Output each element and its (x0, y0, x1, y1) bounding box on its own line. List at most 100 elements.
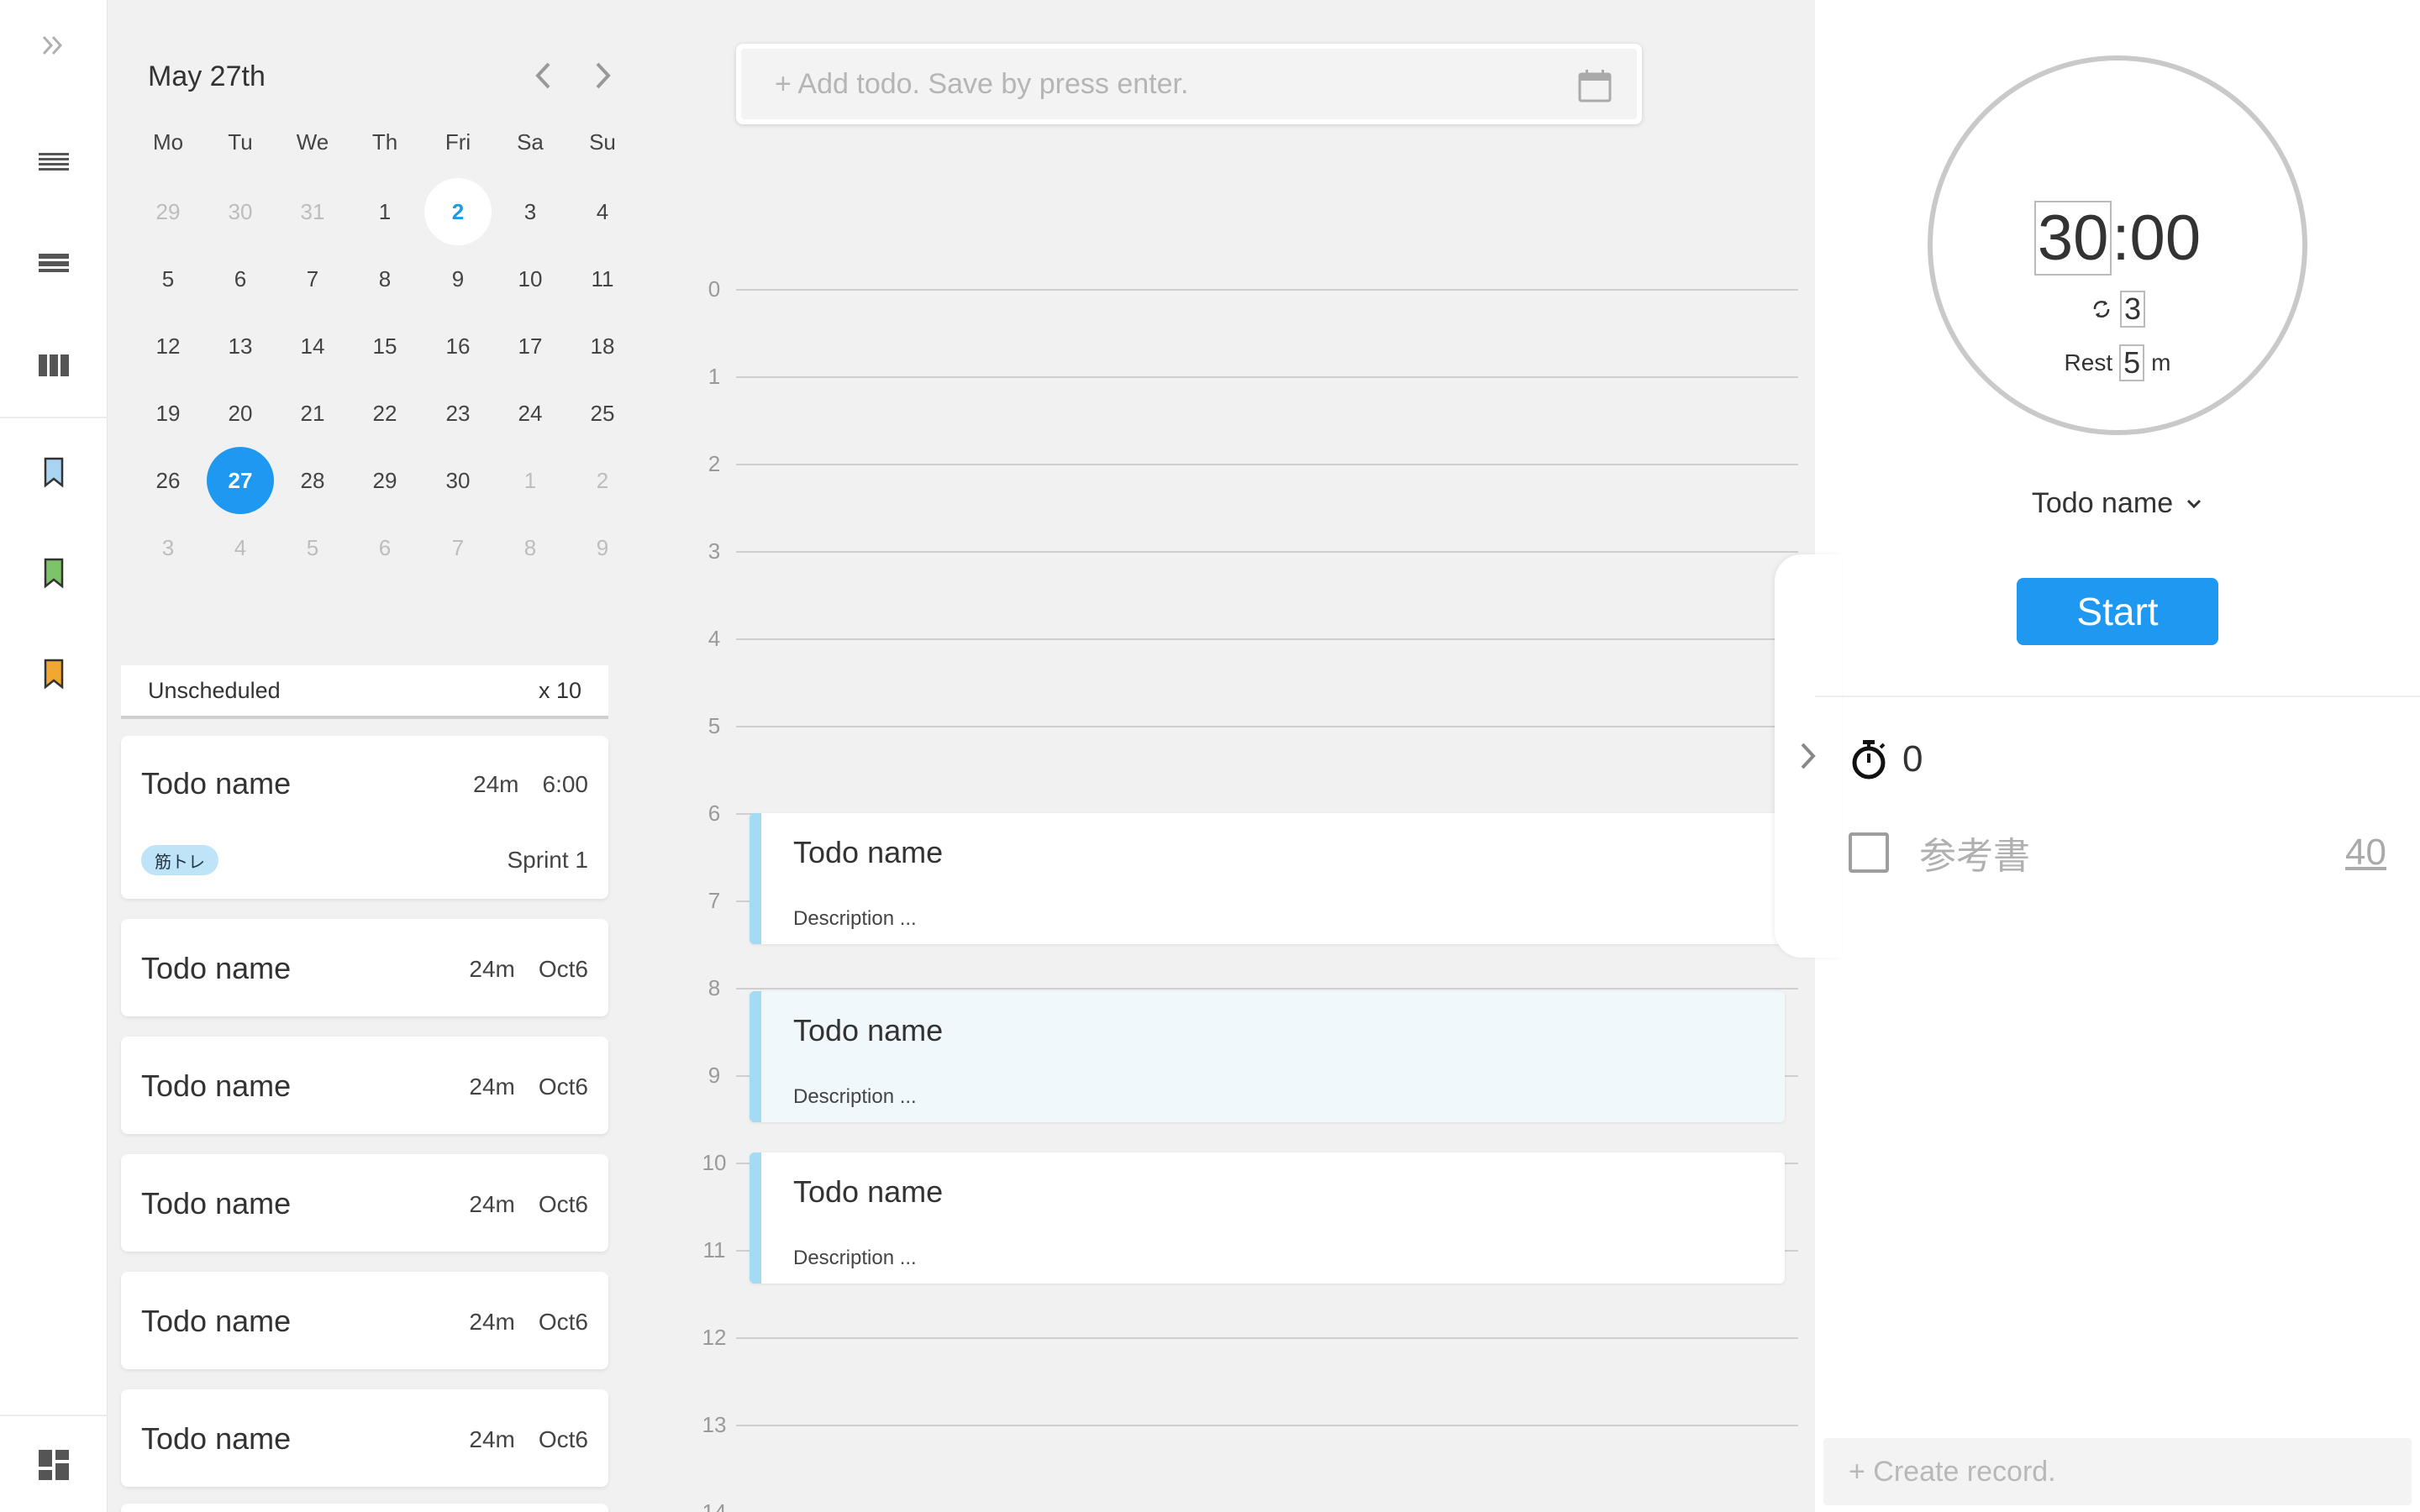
compact-view-button[interactable] (0, 230, 108, 297)
calendar-day[interactable]: 9 (424, 245, 492, 312)
todo-card[interactable]: Todo name 24m Oct6 (121, 919, 608, 1016)
calendar-icon[interactable] (1576, 67, 1613, 108)
timeline-event[interactable]: Todo name Description ... (750, 1152, 1785, 1284)
todo-card-meta: 24m Oct6 (469, 1191, 588, 1218)
repeat-count[interactable]: 3 (2119, 291, 2146, 328)
dashboard-button[interactable] (0, 1431, 108, 1499)
calendar-day[interactable]: 1 (497, 447, 564, 514)
record-value[interactable]: 40 (2345, 832, 2386, 874)
record-count-value: 0 (1902, 738, 1923, 780)
bookmark-orange-button[interactable] (0, 640, 108, 707)
calendar-day[interactable]: 26 (134, 447, 202, 514)
hour-label: 3 (708, 538, 721, 564)
rest-value[interactable]: 5 (2119, 344, 2145, 381)
calendar-day[interactable]: 9 (569, 514, 636, 581)
hour-label: 6 (708, 801, 721, 826)
calendar-day[interactable]: 10 (497, 245, 564, 312)
calendar-day[interactable]: 29 (351, 447, 418, 514)
calendar-weekday: Tu (228, 129, 253, 155)
record-count: 0 (1849, 738, 1923, 781)
todo-card[interactable]: Todo name 24m Oct6 (121, 1154, 608, 1252)
record-checkbox[interactable] (1849, 832, 1889, 873)
todo-card[interactable] (121, 1504, 608, 1512)
calendar-day[interactable]: 8 (497, 514, 564, 581)
add-todo-input[interactable] (775, 67, 1531, 101)
calendar-day[interactable]: 6 (351, 514, 418, 581)
todo-card-duration: 24m (469, 1426, 515, 1452)
calendar-day[interactable]: 2 (424, 178, 492, 245)
hour-gridline (736, 551, 1798, 553)
unscheduled-header[interactable]: Unscheduled x 10 (121, 665, 608, 719)
calendar-day[interactable]: 5 (279, 514, 346, 581)
calendar-day[interactable]: 30 (424, 447, 492, 514)
todo-card-name: Todo name (141, 766, 292, 801)
calendar-weekday: Fri (445, 129, 471, 155)
calendar-day[interactable]: 27 (207, 447, 274, 514)
calendar-day[interactable]: 4 (207, 514, 274, 581)
timeline-event[interactable]: Todo name Description ... (750, 813, 1785, 944)
hour-label: 14 (702, 1499, 727, 1512)
calendar-day[interactable]: 11 (569, 245, 636, 312)
expand-sidebar-button[interactable] (0, 12, 108, 79)
calendar-day[interactable]: 18 (569, 312, 636, 380)
calendar-day[interactable]: 25 (569, 380, 636, 447)
todo-select[interactable]: Todo name (1928, 487, 2307, 520)
calendar-day[interactable]: 31 (279, 178, 346, 245)
calendar-day[interactable]: 15 (351, 312, 418, 380)
calendar-day[interactable]: 29 (134, 178, 202, 245)
calendar-day[interactable]: 5 (134, 245, 202, 312)
calendar-day[interactable]: 8 (351, 245, 418, 312)
calendar-day[interactable]: 2 (569, 447, 636, 514)
todo-card-duration: 24m (473, 771, 519, 797)
calendar-day[interactable]: 3 (134, 514, 202, 581)
double-chevron-right-icon (42, 35, 63, 55)
create-record-input[interactable] (1849, 1455, 2386, 1488)
todo-card[interactable]: Todo name 24m Oct6 (121, 1037, 608, 1134)
calendar-day[interactable]: 7 (424, 514, 492, 581)
calendar-day[interactable]: 17 (497, 312, 564, 380)
hour-label: 7 (708, 888, 721, 913)
calendar-day[interactable]: 19 (134, 380, 202, 447)
unscheduled-label: Unscheduled (148, 677, 281, 703)
event-name: Todo name (793, 1013, 944, 1047)
calendar-day[interactable]: 7 (279, 245, 346, 312)
create-record-box (1823, 1438, 2412, 1505)
timer-seconds: :00 (2112, 202, 2202, 274)
calendar-day[interactable]: 16 (424, 312, 492, 380)
calendar-day[interactable]: 30 (207, 178, 274, 245)
repeat-row: 3 (1928, 291, 2307, 328)
calendar-day[interactable]: 14 (279, 312, 346, 380)
timeline-event[interactable]: Todo name Description ... (750, 991, 1785, 1122)
record-name: 参考書 (1919, 836, 2030, 877)
calendar-day[interactable]: 3 (497, 178, 564, 245)
calendar-day[interactable]: 13 (207, 312, 274, 380)
calendar-day[interactable]: 22 (351, 380, 418, 447)
calendar-weekday: We (296, 129, 329, 155)
list-view-button[interactable] (0, 129, 108, 197)
todo-card[interactable]: Todo name 24m Oct6 (121, 1272, 608, 1369)
bookmark-blue-button[interactable] (0, 438, 108, 506)
calendar-day[interactable]: 21 (279, 380, 346, 447)
calendar-day[interactable]: 4 (569, 178, 636, 245)
bookmark-green-button[interactable] (0, 539, 108, 606)
hour-label: 13 (702, 1412, 727, 1437)
todo-card-duration: 24m (469, 1191, 515, 1217)
columns-view-button[interactable] (0, 331, 108, 398)
calendar-day[interactable]: 6 (207, 245, 274, 312)
repeat-icon (2093, 301, 2110, 318)
todo-card[interactable]: Todo name 24m 6:00 筋トレ Sprint 1 (121, 736, 608, 899)
todo-card-tag[interactable]: 筋トレ (141, 845, 218, 875)
calendar-day[interactable]: 1 (351, 178, 418, 245)
calendar-next-button[interactable] (583, 55, 623, 96)
todo-card[interactable]: Todo name 24m Oct6 (121, 1389, 608, 1487)
collapse-panel-button[interactable] (1775, 554, 1842, 958)
calendar-day[interactable]: 12 (134, 312, 202, 380)
calendar-day[interactable]: 28 (279, 447, 346, 514)
timer-minutes[interactable]: 30 (2033, 201, 2112, 276)
calendar-day[interactable]: 24 (497, 380, 564, 447)
todo-card-name: Todo name (141, 1421, 292, 1456)
calendar-prev-button[interactable] (523, 55, 563, 96)
calendar-day[interactable]: 20 (207, 380, 274, 447)
calendar-day[interactable]: 23 (424, 380, 492, 447)
start-button[interactable]: Start (2017, 578, 2218, 645)
